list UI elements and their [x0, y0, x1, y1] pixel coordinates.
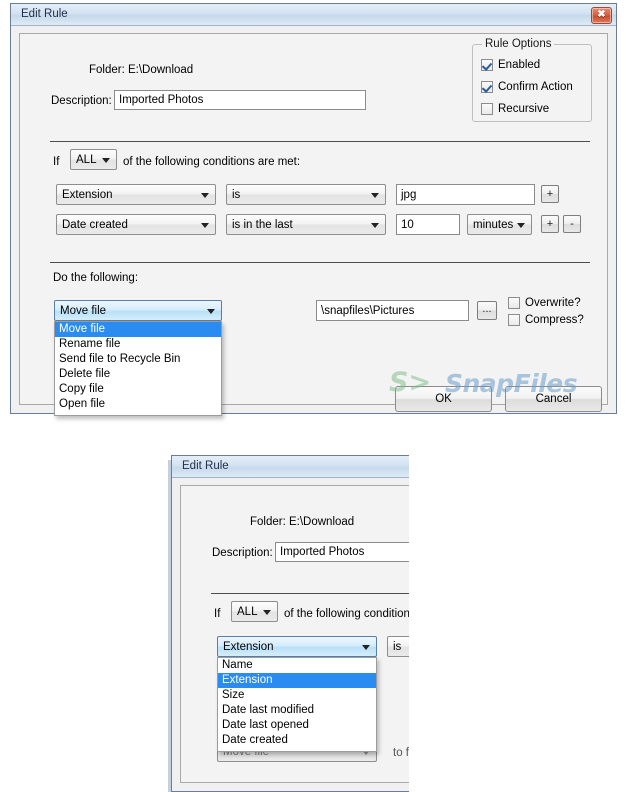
- ok-button[interactable]: OK: [395, 386, 492, 412]
- condition-2-add-button[interactable]: +: [541, 215, 559, 233]
- checkbox-enabled-box: [481, 59, 493, 71]
- field-option-date-last-modified[interactable]: Date last modified: [218, 703, 376, 718]
- chevron-down-icon: [371, 192, 379, 198]
- chevron-down-icon: [362, 644, 370, 650]
- description-input[interactable]: Imported Photos: [114, 90, 366, 110]
- section-divider-bottom: [50, 262, 590, 263]
- lower-description-input[interactable]: Imported Photos: [275, 542, 409, 562]
- lower-field-dropdown-list[interactable]: Name Extension Size Date last modified D…: [217, 657, 377, 752]
- checkbox-compress-box: [508, 314, 520, 326]
- condition-2-field-value: Date created: [62, 218, 128, 231]
- chevron-down-icon: [102, 157, 110, 163]
- lower-field-combo[interactable]: Extension: [217, 636, 377, 657]
- edit-rule-window-field-dropdown-clip: Edit Rule Folder: E:\Download Descriptio…: [171, 455, 409, 792]
- rule-options-group: Rule Options Enabled Confirm Action Recu…: [472, 38, 592, 122]
- lower-title-bar: Edit Rule: [172, 456, 409, 478]
- checkbox-compress[interactable]: Compress?: [508, 314, 584, 326]
- window-title: Edit Rule: [21, 8, 68, 20]
- checkbox-overwrite-label: Overwrite?: [525, 297, 581, 309]
- description-label: Description:: [51, 95, 112, 107]
- lower-operator-value: is: [393, 640, 402, 653]
- condition-1-add-button[interactable]: +: [541, 185, 559, 203]
- lower-operator-combo[interactable]: is: [387, 636, 409, 657]
- condition-2-unit-value: minutes: [473, 218, 514, 231]
- conditions-suffix-label: of the following conditions are met:: [123, 156, 301, 168]
- checkbox-recursive-label: Recursive: [498, 103, 550, 115]
- lower-conditions-suffix-label: of the following conditions are met:: [284, 608, 409, 620]
- action-label: Do the following:: [53, 272, 139, 284]
- close-glyph: ✖: [597, 9, 606, 20]
- action-option-delete-file[interactable]: Delete file: [55, 367, 221, 382]
- condition-2-operator-value: is in the last: [232, 218, 293, 231]
- chevron-down-icon: [207, 308, 215, 314]
- checkbox-overwrite-box: [508, 297, 520, 309]
- folder-label: Folder: E:\Download: [89, 64, 194, 76]
- lower-section-divider-top: [211, 593, 409, 594]
- dialog-client-area: Rule Options Enabled Confirm Action Recu…: [19, 33, 608, 416]
- rule-options-legend: Rule Options: [482, 38, 555, 50]
- checkbox-recursive[interactable]: Recursive: [481, 103, 549, 115]
- chevron-down-icon: [517, 222, 525, 228]
- lower-folder-label: Folder: E:\Download: [250, 516, 355, 528]
- chevron-down-icon: [263, 609, 271, 615]
- field-option-date-created[interactable]: Date created: [218, 733, 376, 748]
- condition-2-operator-combo[interactable]: is in the last: [226, 214, 386, 235]
- match-mode-combo[interactable]: ALL: [70, 149, 117, 170]
- action-selected-value: Move file: [60, 304, 107, 317]
- lower-match-mode-value: ALL: [237, 605, 258, 618]
- checkbox-confirm-action-box: [481, 81, 493, 93]
- condition-2-value-input[interactable]: 10: [396, 214, 460, 235]
- action-combo[interactable]: Move file: [54, 300, 222, 321]
- condition-2-remove-button[interactable]: -: [563, 215, 581, 233]
- action-dropdown-list[interactable]: Move file Rename file Send file to Recyc…: [54, 321, 222, 416]
- checkbox-enabled-label: Enabled: [498, 59, 541, 71]
- checkbox-overwrite[interactable]: Overwrite?: [508, 297, 581, 309]
- condition-1-field-value: Extension: [62, 188, 113, 201]
- lower-window-title: Edit Rule: [182, 460, 229, 472]
- action-target-input[interactable]: \snapfiles\Pictures: [316, 300, 469, 321]
- cancel-button[interactable]: Cancel: [505, 386, 602, 412]
- lower-description-label: Description:: [212, 547, 273, 559]
- checkbox-confirm-action[interactable]: Confirm Action: [481, 81, 573, 93]
- section-divider-top: [50, 141, 590, 142]
- field-option-name[interactable]: Name: [218, 658, 376, 673]
- action-option-copy-file[interactable]: Copy file: [55, 382, 221, 397]
- checkbox-recursive-box: [481, 103, 493, 115]
- field-option-extension[interactable]: Extension: [218, 673, 376, 688]
- close-icon[interactable]: ✖: [591, 7, 612, 24]
- chevron-down-icon: [371, 222, 379, 228]
- condition-1-value-input[interactable]: jpg: [396, 184, 535, 205]
- checkbox-enabled[interactable]: Enabled: [481, 59, 540, 71]
- match-mode-value: ALL: [76, 153, 97, 166]
- chevron-down-icon: [201, 192, 209, 198]
- lower-conditions-prefix-label: If: [214, 608, 221, 620]
- lower-field-selected-value: Extension: [223, 640, 274, 653]
- field-option-size[interactable]: Size: [218, 688, 376, 703]
- action-option-open-file[interactable]: Open file: [55, 397, 221, 412]
- action-option-move-file[interactable]: Move file: [55, 322, 221, 337]
- title-bar: Edit Rule ✖: [11, 4, 616, 26]
- lower-match-mode-combo[interactable]: ALL: [231, 601, 278, 622]
- field-option-date-last-opened[interactable]: Date last opened: [218, 718, 376, 733]
- action-option-send-to-recycle-bin[interactable]: Send file to Recycle Bin: [55, 352, 221, 367]
- condition-1-field-combo[interactable]: Extension: [56, 184, 216, 205]
- chevron-down-icon: [201, 222, 209, 228]
- checkbox-confirm-action-label: Confirm Action: [498, 81, 573, 93]
- checkbox-compress-label: Compress?: [525, 314, 584, 326]
- lower-dialog-client-area: Folder: E:\Download Description: Importe…: [180, 485, 409, 783]
- browse-button[interactable]: ...: [477, 301, 497, 320]
- lower-to-folder-label: to folder: [393, 747, 409, 759]
- condition-2-field-combo[interactable]: Date created: [56, 214, 216, 235]
- condition-1-operator-combo[interactable]: is: [226, 184, 386, 205]
- edit-rule-window-field-dropdown: Edit Rule Folder: E:\Download Descriptio…: [171, 455, 409, 792]
- condition-2-unit-combo[interactable]: minutes: [467, 214, 532, 235]
- conditions-prefix-label: If: [53, 156, 60, 168]
- edit-rule-window-expanded: Edit Rule ✖ Rule Options Enabled Confirm…: [10, 3, 617, 416]
- action-option-rename-file[interactable]: Rename file: [55, 337, 221, 352]
- condition-1-operator-value: is: [232, 188, 241, 201]
